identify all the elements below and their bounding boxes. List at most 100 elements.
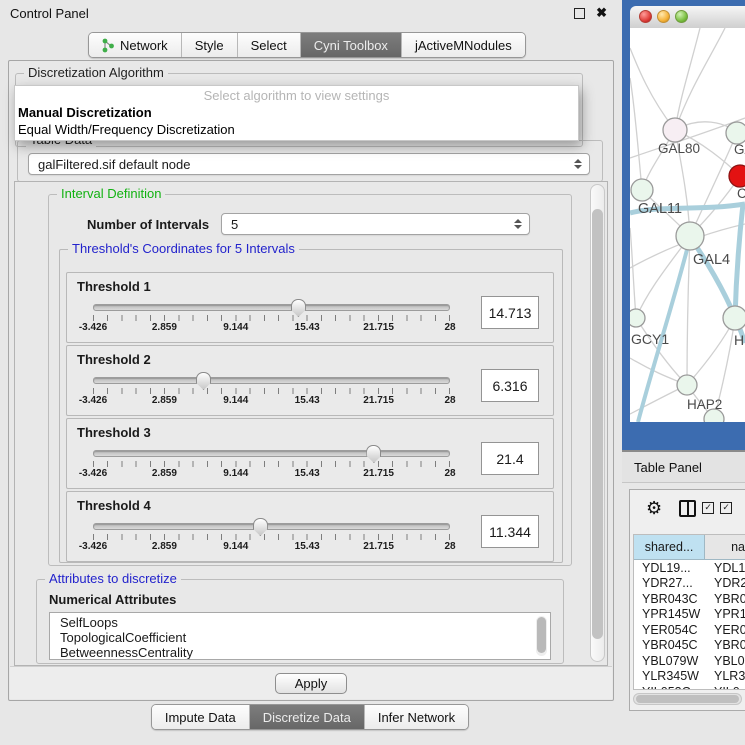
- table-cell[interactable]: YBL0: [710, 654, 745, 668]
- zoom-button[interactable]: [675, 10, 688, 23]
- table-cell[interactable]: YER054C: [634, 623, 710, 637]
- tab-network[interactable]: Network: [89, 33, 181, 57]
- threshold-4-value-field[interactable]: 11.344: [481, 515, 539, 548]
- scrollbar-thumb[interactable]: [537, 617, 546, 653]
- cyni-toolbox-panel: Discretization Algorithm Select algorith…: [8, 60, 614, 701]
- table-cell[interactable]: YPR1: [710, 607, 745, 621]
- table-cell[interactable]: YBR0: [710, 638, 745, 652]
- table-horizontal-scrollbar[interactable]: [633, 693, 742, 705]
- threshold-3-slider[interactable]: -3.426 2.859 9.144 15.43 21.715 28: [93, 450, 450, 480]
- dropdown-option-manual-discretization[interactable]: Manual Discretization: [15, 105, 578, 122]
- threshold-2-value-field[interactable]: 6.316: [481, 369, 539, 402]
- network-node-partial-top-right[interactable]: [726, 122, 745, 144]
- tab-impute-data[interactable]: Impute Data: [152, 705, 249, 729]
- table-cell[interactable]: YDR27...: [634, 576, 710, 590]
- scrollbar-thumb[interactable]: [636, 695, 739, 703]
- list-vertical-scrollbar[interactable]: [536, 616, 547, 656]
- network-node-gal4[interactable]: [676, 222, 704, 250]
- table-row[interactable]: YER054C YER0: [634, 622, 745, 638]
- tab-discretize-data[interactable]: Discretize Data: [249, 705, 364, 729]
- threshold-1-slider[interactable]: -3.426 2.859 9.144 15.43 21.715 28: [93, 304, 450, 334]
- numerical-attributes-list[interactable]: SelfLoops TopologicalCoefficient Between…: [49, 612, 551, 660]
- network-node-partial-right[interactable]: [723, 306, 745, 330]
- list-item[interactable]: SelfLoops: [60, 615, 550, 630]
- close-button[interactable]: [639, 10, 652, 23]
- threshold-1-panel: Threshold 1 -3.426 2.859 9.144 15.43: [66, 272, 554, 343]
- apply-button[interactable]: Apply: [275, 673, 348, 694]
- table-cell[interactable]: YBR045C: [634, 638, 710, 652]
- table-row[interactable]: YBR045C YBR0: [634, 638, 745, 654]
- table-cell[interactable]: YLR345W: [634, 669, 710, 683]
- slider-track[interactable]: [93, 304, 450, 311]
- table-panel-toolbar: ⚙ ✓ ✓: [630, 490, 745, 526]
- dropdown-option-equal-width-frequency[interactable]: Equal Width/Frequency Discretization: [15, 122, 578, 139]
- combobox-stepper-icon: [574, 159, 582, 169]
- table-cell[interactable]: YDR2: [710, 576, 745, 590]
- network-node-gal11[interactable]: [631, 179, 653, 201]
- slider-track[interactable]: [93, 377, 450, 384]
- tab-cyni-toolbox[interactable]: Cyni Toolbox: [300, 33, 401, 57]
- network-node-gal80[interactable]: [663, 118, 687, 142]
- list-item[interactable]: TopologicalCoefficient: [60, 630, 550, 645]
- table-data-combobox[interactable]: galFiltered.sif default node: [28, 153, 590, 175]
- table-cell[interactable]: YIL0: [710, 685, 745, 690]
- table-cell[interactable]: YIL053C: [634, 685, 710, 690]
- minimize-button[interactable]: [657, 10, 670, 23]
- slider-track[interactable]: [93, 523, 450, 530]
- table-row[interactable]: YBR043C YBR0: [634, 591, 745, 607]
- columns-icon[interactable]: [679, 500, 696, 517]
- table-cell[interactable]: YBR0: [710, 592, 745, 606]
- number-of-intervals-combobox[interactable]: 5: [221, 213, 530, 235]
- select-none-checkbox-icon[interactable]: ✓: [720, 502, 732, 514]
- table-cell[interactable]: YER0: [710, 623, 745, 637]
- column-header-name[interactable]: na: [705, 535, 745, 559]
- tab-select-label: Select: [251, 38, 287, 53]
- control-panel-titlebar: Control Panel ✖: [0, 0, 621, 26]
- tab-infer-network[interactable]: Infer Network: [364, 705, 468, 729]
- table-cell[interactable]: YBL079W: [634, 654, 710, 668]
- tick-label: -3.426: [79, 541, 107, 552]
- gear-icon[interactable]: ⚙: [646, 499, 662, 517]
- tick-label: 15.43: [295, 468, 320, 479]
- table-cell[interactable]: YLR3: [710, 669, 745, 683]
- network-node-gcy1[interactable]: [630, 309, 645, 327]
- column-header-shared-name[interactable]: shared...: [634, 535, 705, 559]
- tick-label: 28: [444, 395, 455, 406]
- scrollbar-thumb[interactable]: [592, 209, 603, 639]
- table-cell[interactable]: YDL1: [710, 561, 745, 575]
- node-label-gal80: GAL80: [658, 141, 700, 156]
- table-row[interactable]: YBL079W YBL0: [634, 653, 745, 669]
- table-cell[interactable]: YBR043C: [634, 592, 710, 606]
- slider-track[interactable]: [93, 450, 450, 457]
- network-node-selected-red[interactable]: [729, 165, 745, 187]
- tab-select[interactable]: Select: [237, 33, 300, 57]
- table-cell[interactable]: YPR145W: [634, 607, 710, 621]
- close-icon[interactable]: ✖: [596, 5, 607, 21]
- attributes-group-title: Attributes to discretize: [45, 571, 181, 586]
- float-window-icon[interactable]: [574, 8, 585, 19]
- threshold-1-value-field[interactable]: 14.713: [481, 296, 539, 329]
- threshold-3-panel: Threshold 3 -3.426 2.859 9.144 15.43: [66, 418, 554, 489]
- threshold-4-slider[interactable]: -3.426 2.859 9.144 15.43 21.715 28: [93, 523, 450, 553]
- table-row[interactable]: YDR27... YDR2: [634, 576, 745, 592]
- settings-vertical-scrollbar[interactable]: [590, 184, 605, 662]
- tick-label: -3.426: [79, 395, 107, 406]
- attributes-to-discretize-group: Attributes to discretize Numerical Attri…: [36, 579, 564, 664]
- network-node-hap2[interactable]: [677, 375, 697, 395]
- slider-tick-labels: -3.426 2.859 9.144 15.43 21.715 28: [93, 541, 450, 553]
- tab-jactivemnodules[interactable]: jActiveMNodules: [401, 33, 525, 57]
- threshold-2-slider[interactable]: -3.426 2.859 9.144 15.43 21.715 28: [93, 377, 450, 407]
- table-row[interactable]: YDL19... YDL1: [634, 560, 745, 576]
- select-all-checkbox-icon[interactable]: ✓: [702, 502, 714, 514]
- network-canvas[interactable]: GAL80 GAL11 GAL4 GCY1 HAP2 GA C H: [630, 28, 745, 422]
- threshold-3-value-field[interactable]: 21.4: [481, 442, 539, 475]
- tab-style[interactable]: Style: [181, 33, 237, 57]
- table-row[interactable]: YLR345W YLR3: [634, 669, 745, 685]
- table-row[interactable]: YPR145W YPR1: [634, 607, 745, 623]
- table-cell[interactable]: YDL19...: [634, 561, 710, 575]
- list-item[interactable]: BetweennessCentrality: [60, 645, 550, 660]
- control-panel-title: Control Panel: [10, 6, 89, 21]
- network-window-titlebar[interactable]: [630, 6, 745, 29]
- table-row[interactable]: YIL053C YIL0: [634, 684, 745, 690]
- slider-ticks: [93, 534, 450, 540]
